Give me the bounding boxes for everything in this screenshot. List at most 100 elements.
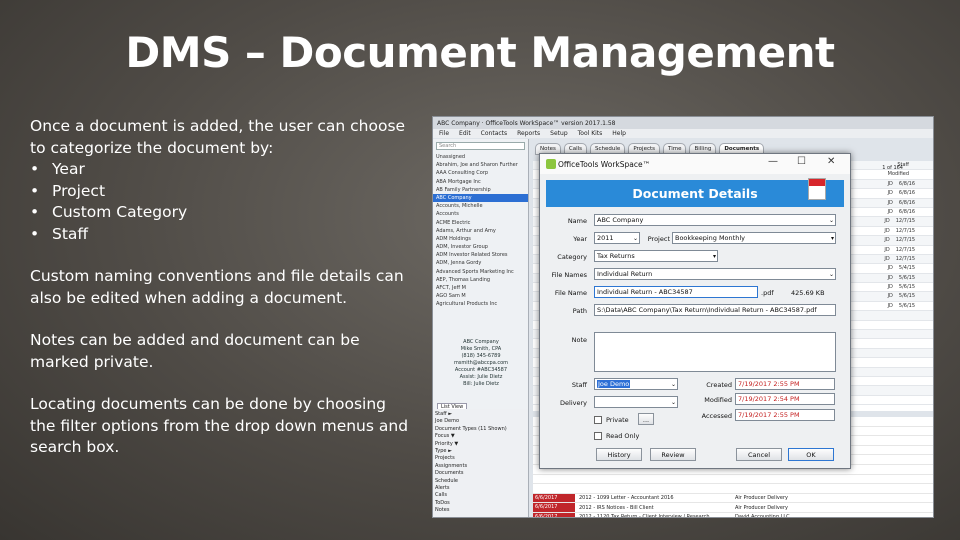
sidebar-client-row[interactable]: Accounts — [433, 210, 528, 218]
dropdown-arrow-icon: ▾ — [830, 235, 834, 242]
cancel-button[interactable]: Cancel — [736, 448, 782, 461]
sidebar-client-row[interactable]: ADM, Jenna Gordy — [433, 259, 528, 267]
sidebar-client-row[interactable]: AEP, Thomas Landing — [433, 276, 528, 284]
path-field[interactable]: S:\Data\ABC Company\Tax Return\Individua… — [594, 304, 836, 316]
file-names-dropdown[interactable]: Individual Return ⌄ — [594, 268, 836, 280]
sidebar-client-row[interactable]: Adams, Arthur and Amy — [433, 227, 528, 235]
sidebar-client-row[interactable]: AFCT, Jeff M — [433, 284, 528, 292]
menu-help[interactable]: Help — [612, 130, 626, 137]
filter-item[interactable]: Document Types (11 Shown) — [435, 426, 526, 433]
staff-cell: JD — [887, 302, 893, 309]
staff-date-cell: JD 6/8/16 — [870, 189, 915, 198]
menu-edit[interactable]: Edit — [459, 130, 471, 137]
contact-card-line: Assist: Julie Dietz — [459, 374, 503, 380]
staff-cell: JD — [887, 180, 893, 187]
minimize-icon[interactable]: — — [768, 156, 778, 167]
filter-item[interactable]: Type ► — [435, 448, 526, 455]
activity-row[interactable]: 6/6/2017 2012 - IRS Notices - Bill Client… — [533, 503, 933, 513]
staff-cell: JD — [884, 218, 890, 225]
modified-cell: 5/6/15 — [898, 274, 915, 281]
accessed-label: Accessed — [701, 412, 732, 420]
modified-label: Modified — [704, 396, 732, 404]
filter-item[interactable]: Notes — [435, 507, 526, 514]
filter-item[interactable]: Focus ▼ — [435, 433, 526, 440]
sidebar-client-row[interactable]: AB Family Partnership — [433, 186, 528, 194]
history-button[interactable]: History — [596, 448, 642, 461]
staff-date-cell: JD 5/6/15 — [870, 283, 915, 292]
read-only-checkbox[interactable] — [594, 432, 602, 440]
client-list: Unassigned Abrahim, Joe and Sharon Furthe… — [433, 153, 528, 309]
filter-item[interactable]: Projects — [435, 455, 526, 462]
menu-contacts[interactable]: Contacts — [481, 130, 507, 137]
sidebar-client-row[interactable]: ACME Electric — [433, 219, 528, 227]
review-button[interactable]: Review — [650, 448, 696, 461]
ok-button[interactable]: OK — [788, 448, 834, 461]
app-menu-bar: File Edit Contacts Reports Setup Tool Ki… — [433, 129, 933, 138]
filter-item[interactable]: Calls — [435, 492, 526, 499]
sidebar-client-row[interactable]: Accounts, Michelle — [433, 202, 528, 210]
filter-item[interactable]: ToDos — [435, 500, 526, 507]
staff-cell: JD — [887, 284, 893, 291]
name-dropdown[interactable]: ABC Company ⌄ — [594, 214, 836, 226]
filter-item[interactable]: Schedule — [435, 478, 526, 485]
filter-item[interactable]: Assignments — [435, 463, 526, 470]
category-dropdown[interactable]: Tax Returns ▾ — [594, 250, 718, 262]
contact-card-line: Account #ABC34587 — [454, 367, 508, 373]
contact-card-line: Bill: Julie Dietz — [463, 381, 499, 387]
menu-reports[interactable]: Reports — [517, 130, 540, 137]
year-value: 2011 — [597, 234, 614, 242]
slide-text: Once a document is added, the user can c… — [30, 116, 415, 480]
client-search-input[interactable]: Search — [436, 142, 525, 150]
sidebar-client-row[interactable]: Advanced Sports Marketing Inc — [433, 268, 528, 276]
staff-date-cell: JD 12/7/15 — [870, 236, 915, 245]
staff-date-cell: JD 5/6/15 — [870, 302, 915, 311]
staff-label: Staff — [571, 381, 587, 389]
year-label: Year — [573, 235, 587, 243]
private-checkbox[interactable] — [594, 416, 602, 424]
app-titlebar: ABC Company · OfficeTools WorkSpace™ ver… — [433, 117, 933, 129]
filter-item[interactable]: Joe Demo — [435, 418, 526, 425]
sidebar-client-row[interactable]: AGO Sam M — [433, 292, 528, 300]
filter-item[interactable]: Documents — [435, 470, 526, 477]
modified-field: 7/19/2017 2:54 PM — [735, 393, 835, 405]
staff-cell: JD — [887, 208, 893, 215]
delivery-dropdown[interactable]: ⌄ — [594, 396, 678, 408]
sidebar-client-row[interactable]: Abrahim, Joe and Sharon Further — [433, 161, 528, 169]
filter-item[interactable]: Alerts — [435, 485, 526, 492]
private-options-button[interactable]: ... — [638, 413, 654, 425]
sidebar-client-row[interactable]: Unassigned — [433, 153, 528, 161]
sidebar-client-row[interactable]: ABC Company — [433, 193, 528, 203]
filter-panel: Staff ► Joe Demo Document Types (11 Shown)… — [433, 409, 529, 517]
activity-row[interactable]: 6/6/2017 2012 - 1120 Tax Return - Client … — [533, 512, 933, 517]
sidebar-client-row[interactable]: ADM Holdings — [433, 235, 528, 243]
menu-file[interactable]: File — [439, 130, 449, 137]
staff-dropdown[interactable]: Joe Demo ⌄ — [594, 378, 678, 390]
sidebar-client-row[interactable]: ADM Investor Related Stores — [433, 251, 528, 259]
project-dropdown[interactable]: Bookkeeping Monthly ▾ — [672, 232, 836, 244]
private-label: Private — [606, 416, 629, 424]
close-icon[interactable]: ✕ — [827, 156, 835, 167]
menu-setup[interactable]: Setup — [550, 130, 567, 137]
activity-text: 2012 - IRS Notices - Bill Client — [579, 504, 654, 511]
menu-tool-kits[interactable]: Tool Kits — [578, 130, 603, 137]
sidebar-client-row[interactable]: Agricultural Products Inc — [433, 300, 528, 308]
dialog-titlebar: OfficeTools WorkSpace™ — ☐ ✕ — [540, 154, 850, 174]
file-name-input[interactable]: Individual Return - ABC34587 — [594, 286, 758, 298]
chevron-down-icon: ⌄ — [828, 217, 834, 224]
category-bullets: Year Project Custom Category Staff — [30, 159, 415, 245]
filter-item[interactable]: Priority ▼ — [435, 441, 526, 448]
table-row[interactable] — [533, 484, 933, 494]
sidebar-client-row[interactable]: ABA Mortgage Inc — [433, 178, 528, 186]
note-textarea[interactable] — [594, 332, 836, 372]
category-value: Tax Returns — [597, 252, 635, 260]
sidebar-client-row[interactable]: ADM, Investor Group — [433, 243, 528, 251]
file-size: 425.69 KB — [791, 289, 825, 297]
activity-row[interactable]: 6/6/2017 2012 - 1099 Letter - Accountant … — [533, 493, 933, 504]
staff-value: Joe Demo — [597, 380, 631, 388]
chevron-down-icon: ⌄ — [828, 271, 834, 278]
table-row[interactable] — [533, 475, 933, 485]
maximize-icon[interactable]: ☐ — [797, 156, 806, 167]
staff-date-cell: JD 6/8/16 — [870, 208, 915, 217]
filter-item[interactable]: Staff ► — [435, 411, 526, 418]
sidebar-client-row[interactable]: AAA Consulting Corp — [433, 169, 528, 177]
